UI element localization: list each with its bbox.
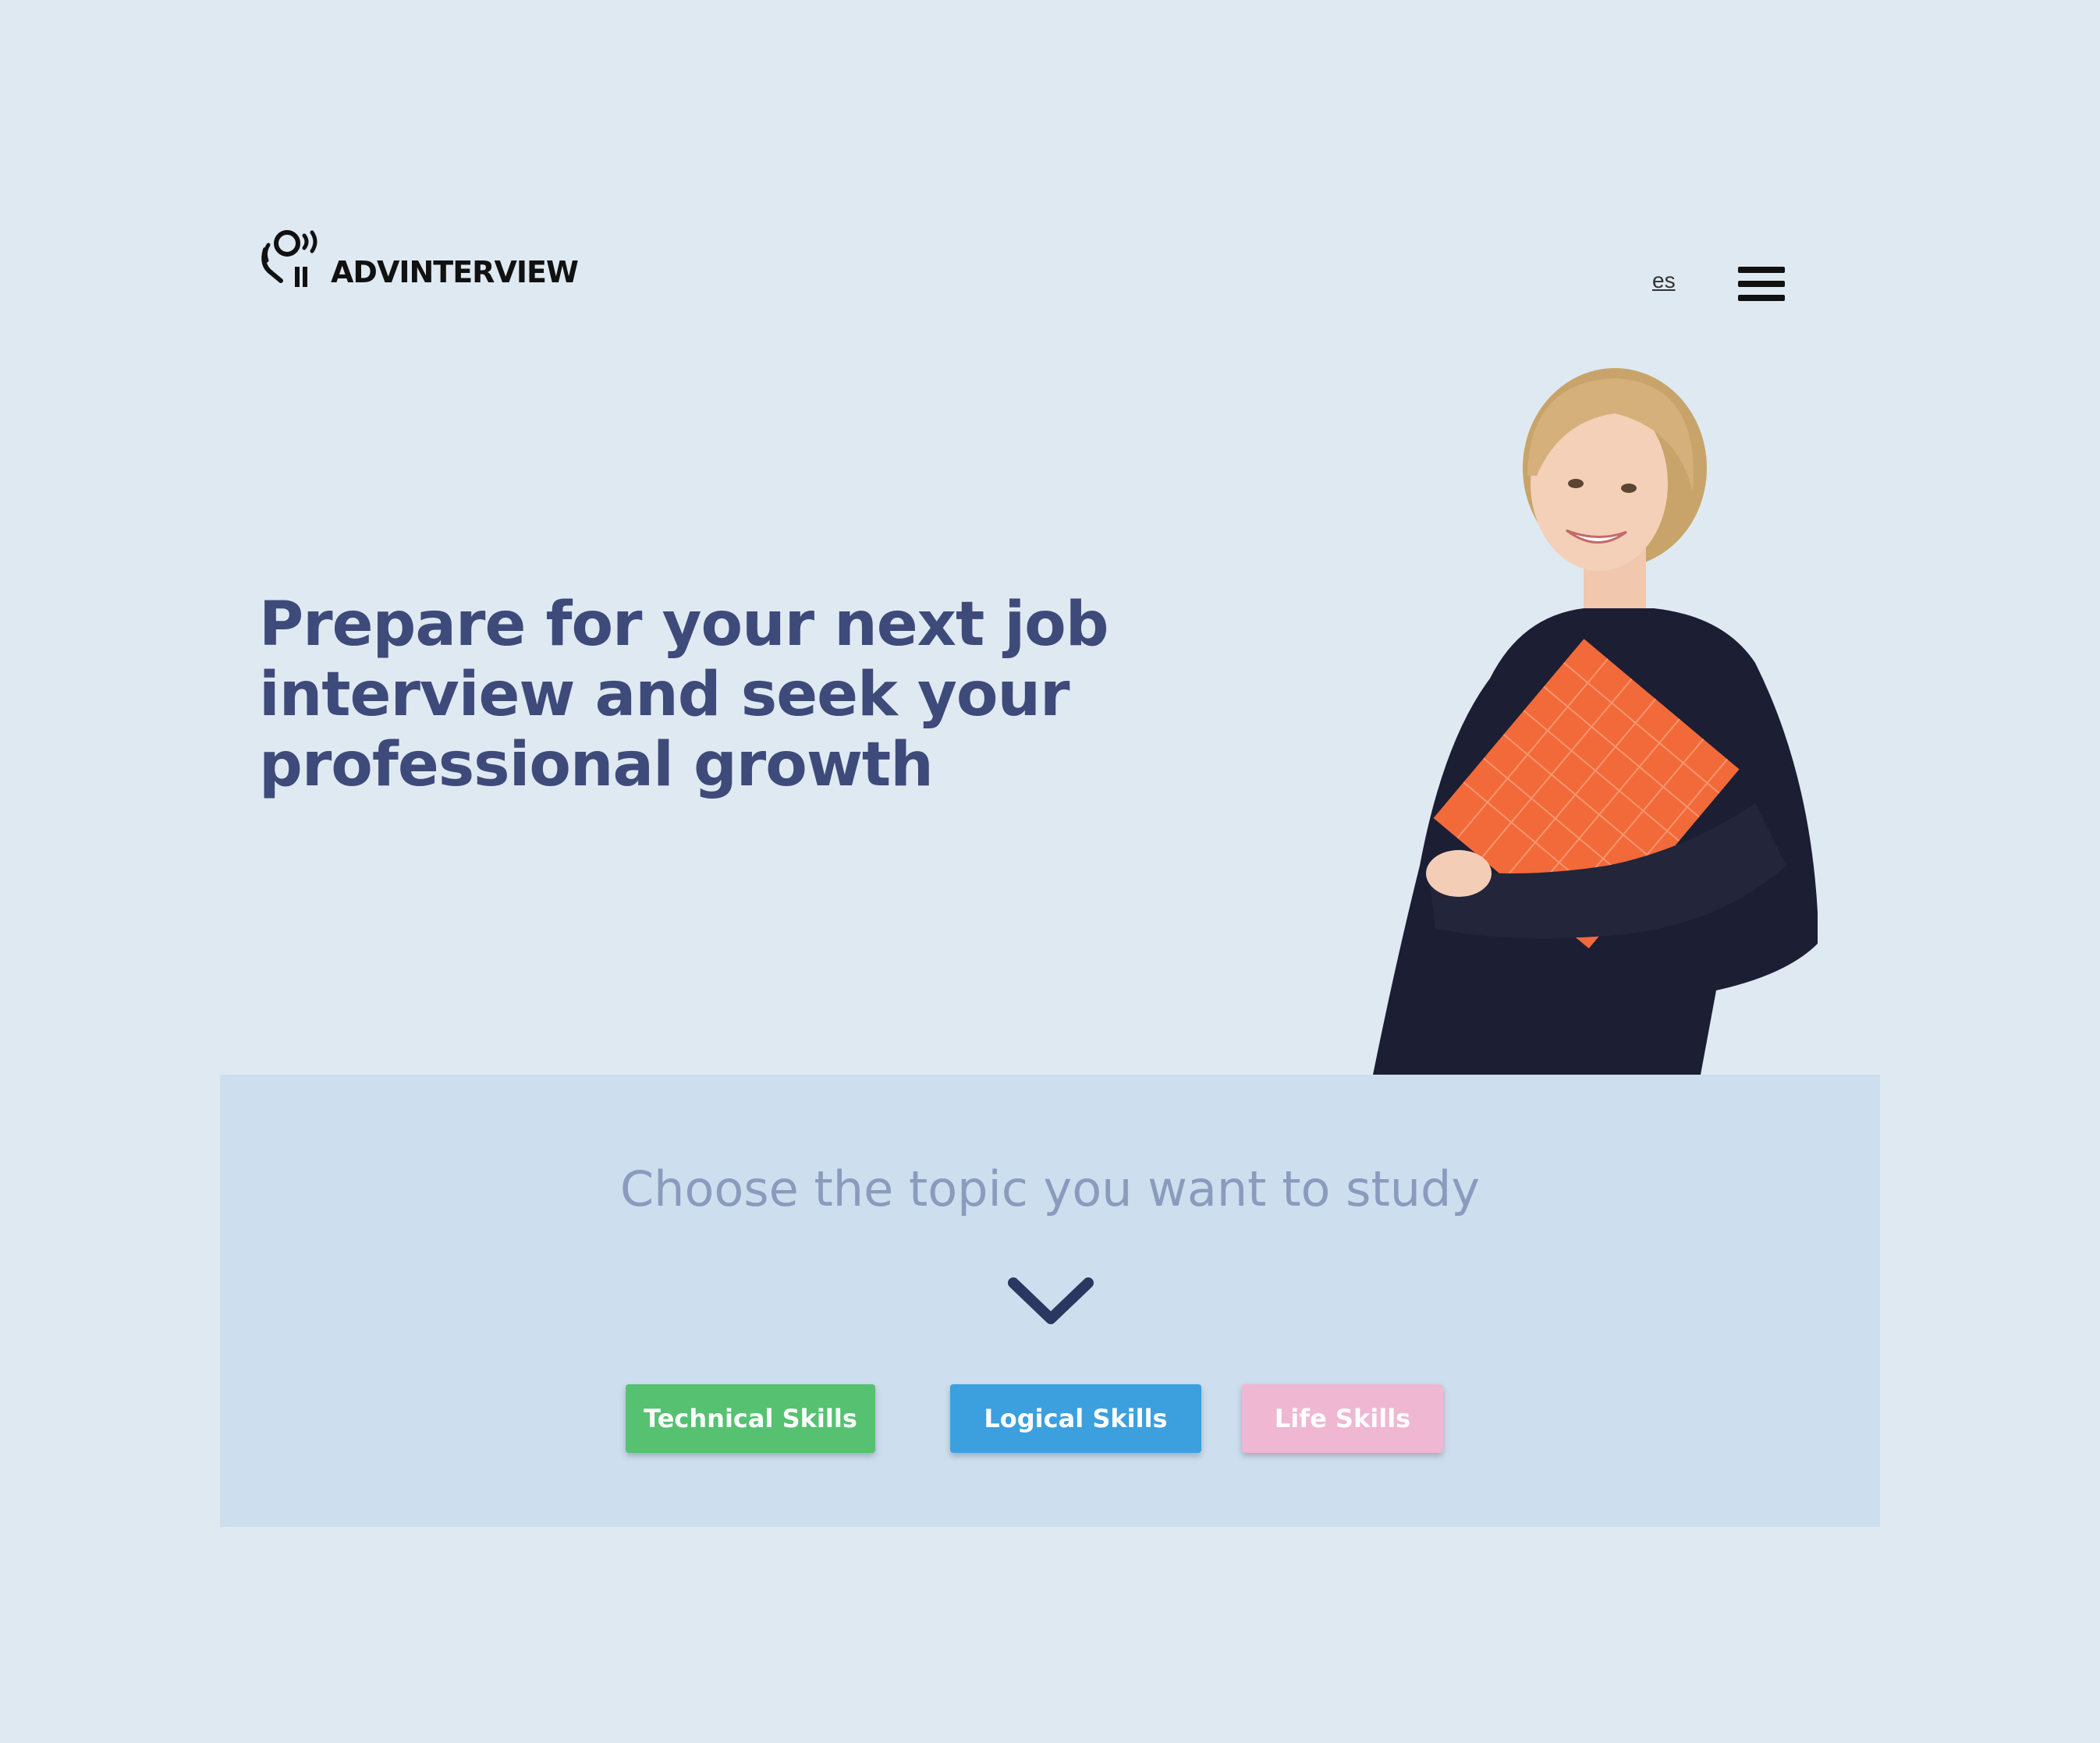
technical-skills-button[interactable]: Technical Skills bbox=[626, 1384, 875, 1453]
menu-bar bbox=[1738, 295, 1785, 301]
hero-image bbox=[1373, 368, 1818, 1075]
hamburger-menu-icon[interactable] bbox=[1738, 265, 1785, 304]
topics-heading: Choose the topic you want to study bbox=[619, 1160, 1481, 1217]
hero-title: Prepare for your next job interview and … bbox=[259, 590, 1109, 800]
topics-panel: Choose the topic you want to study Techn… bbox=[220, 1075, 1880, 1527]
chevron-down-icon[interactable] bbox=[1006, 1274, 1096, 1331]
menu-bar bbox=[1738, 267, 1785, 273]
logical-skills-button[interactable]: Logical Skills bbox=[950, 1384, 1201, 1453]
language-link[interactable]: es bbox=[1652, 268, 1676, 293]
logo[interactable]: ADVINTERVIEW bbox=[257, 226, 579, 289]
life-skills-button[interactable]: Life Skills bbox=[1242, 1384, 1443, 1453]
page: ADVINTERVIEW es Prepare for your next jo… bbox=[0, 0, 2100, 1743]
logo-mark-icon bbox=[261, 230, 317, 287]
logo-text: ADVINTERVIEW bbox=[331, 255, 579, 289]
menu-bar bbox=[1738, 281, 1785, 287]
